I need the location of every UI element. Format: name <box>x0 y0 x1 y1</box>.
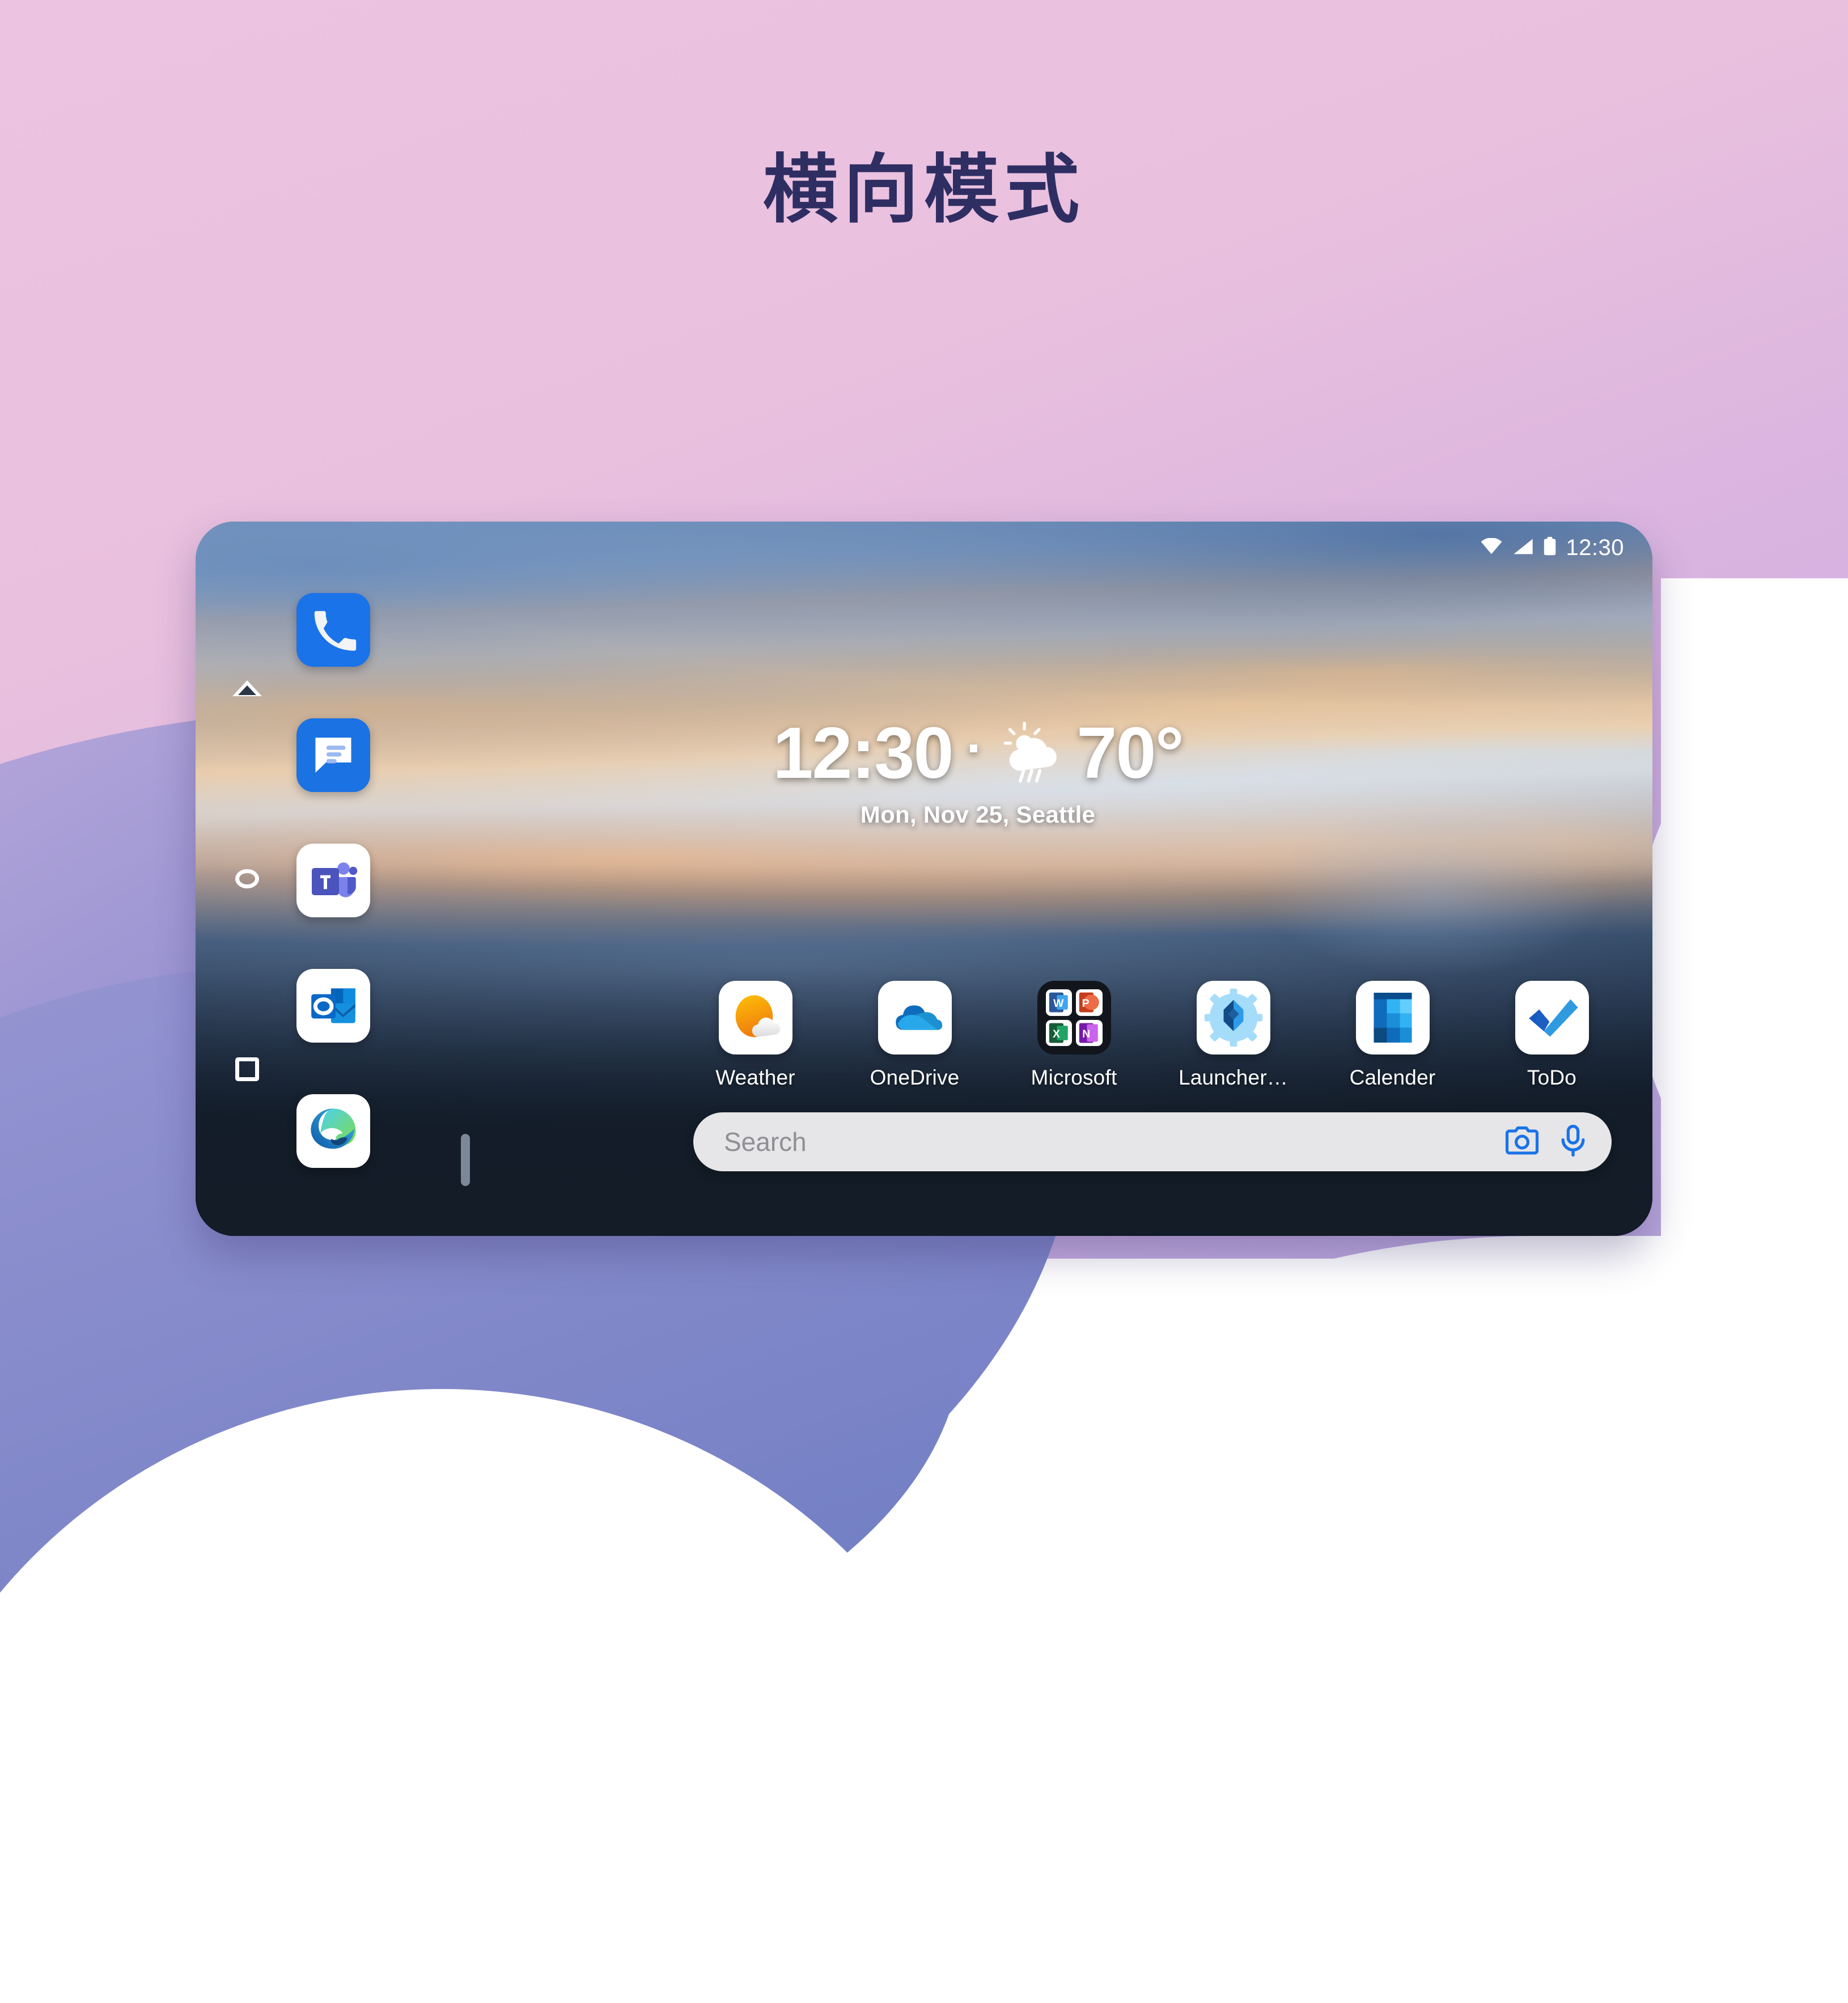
teams-app[interactable] <box>296 843 370 917</box>
folder-app-onenote: N <box>1076 1019 1103 1046</box>
search-input[interactable]: Search <box>724 1127 1505 1157</box>
folder-app-powerpoint: P <box>1076 989 1103 1016</box>
recents-square-icon[interactable] <box>231 1053 263 1085</box>
svg-text:N: N <box>1082 1028 1090 1040</box>
folder-app-word: W <box>1045 989 1072 1016</box>
phone-app[interactable] <box>296 592 370 667</box>
system-navigation-bar <box>216 522 278 1236</box>
weather-sun-cloud-icon <box>735 995 780 1038</box>
dock-label-calendar: Calender <box>1349 1066 1436 1089</box>
status-bar: 12:30 <box>1480 535 1624 561</box>
message-bubble-icon <box>315 737 351 773</box>
launcher-app-icon-tile[interactable] <box>1196 981 1270 1055</box>
phone-device-frame: 12:30 12:30 · 70° Mon, Nov 25, Seattle W… <box>196 522 1652 1236</box>
microsoft-outlook-icon <box>311 988 355 1023</box>
weather-app-icon-tile[interactable] <box>718 981 792 1055</box>
app-rail <box>279 548 387 1211</box>
background-white-floor <box>0 1786 1848 2003</box>
home-circle-icon[interactable] <box>231 863 263 895</box>
dock-label-weather: Weather <box>715 1066 795 1089</box>
microsoft-calendar-icon <box>1373 993 1412 1043</box>
battery-full-icon <box>1543 537 1557 559</box>
microsoft-folder-icon[interactable]: W P X N <box>1037 981 1111 1055</box>
calendar-app-icon-tile[interactable] <box>1355 981 1430 1055</box>
edge-app[interactable] <box>296 1094 370 1168</box>
svg-text:W: W <box>1053 997 1064 1010</box>
microphone-icon[interactable] <box>1559 1124 1587 1159</box>
dock-label-onedrive: OneDrive <box>870 1066 960 1089</box>
dock-item-todo[interactable]: ToDo <box>1491 981 1613 1090</box>
search-bar[interactable]: Search <box>693 1112 1612 1171</box>
dock-item-calendar[interactable]: Calender <box>1332 981 1453 1090</box>
back-triangle-icon[interactable] <box>231 672 263 704</box>
dock-item-weather[interactable]: Weather <box>694 981 816 1090</box>
phone-handset-icon <box>314 611 357 651</box>
launcher-settings-gear-icon <box>1204 988 1262 1047</box>
dock-item-onedrive[interactable]: OneDrive <box>854 981 976 1090</box>
page-root: 横向模式 12:30 12:30 · 70° Mon, Nov 25, Seat… <box>0 0 1848 2003</box>
svg-text:X: X <box>1053 1028 1060 1040</box>
microsoft-todo-check-icon <box>1528 999 1578 1037</box>
wifi-icon <box>1480 537 1503 558</box>
wallpaper-glow <box>1257 807 1609 977</box>
outlook-app[interactable] <box>296 969 370 1043</box>
onedrive-app-icon-tile[interactable] <box>878 981 952 1055</box>
folder-app-excel: X <box>1045 1019 1072 1046</box>
page-handle[interactable] <box>461 1134 470 1186</box>
camera-icon[interactable] <box>1505 1126 1539 1158</box>
microsoft-edge-icon <box>311 1108 356 1149</box>
microsoft-teams-icon <box>312 862 358 897</box>
svg-text:P: P <box>1082 997 1090 1010</box>
dock-item-microsoft-folder[interactable]: W P X N Microsoft <box>1013 981 1135 1090</box>
cellular-signal-icon <box>1512 538 1534 558</box>
status-bar-clock: 12:30 <box>1566 535 1624 560</box>
dock-label-launcher: Launcher… <box>1178 1066 1288 1089</box>
onedrive-cloud-icon <box>895 1005 942 1030</box>
app-dock: Weather OneDrive W P X N Microsoft Launc… <box>694 981 1613 1106</box>
dock-item-launcher-settings[interactable]: Launcher… <box>1172 981 1294 1090</box>
page-title: 横向模式 <box>763 146 1085 234</box>
messages-app[interactable] <box>296 718 370 792</box>
dock-label-todo: ToDo <box>1527 1066 1577 1089</box>
dock-label-microsoft: Microsoft <box>1031 1066 1117 1089</box>
todo-app-icon-tile[interactable] <box>1515 981 1589 1055</box>
